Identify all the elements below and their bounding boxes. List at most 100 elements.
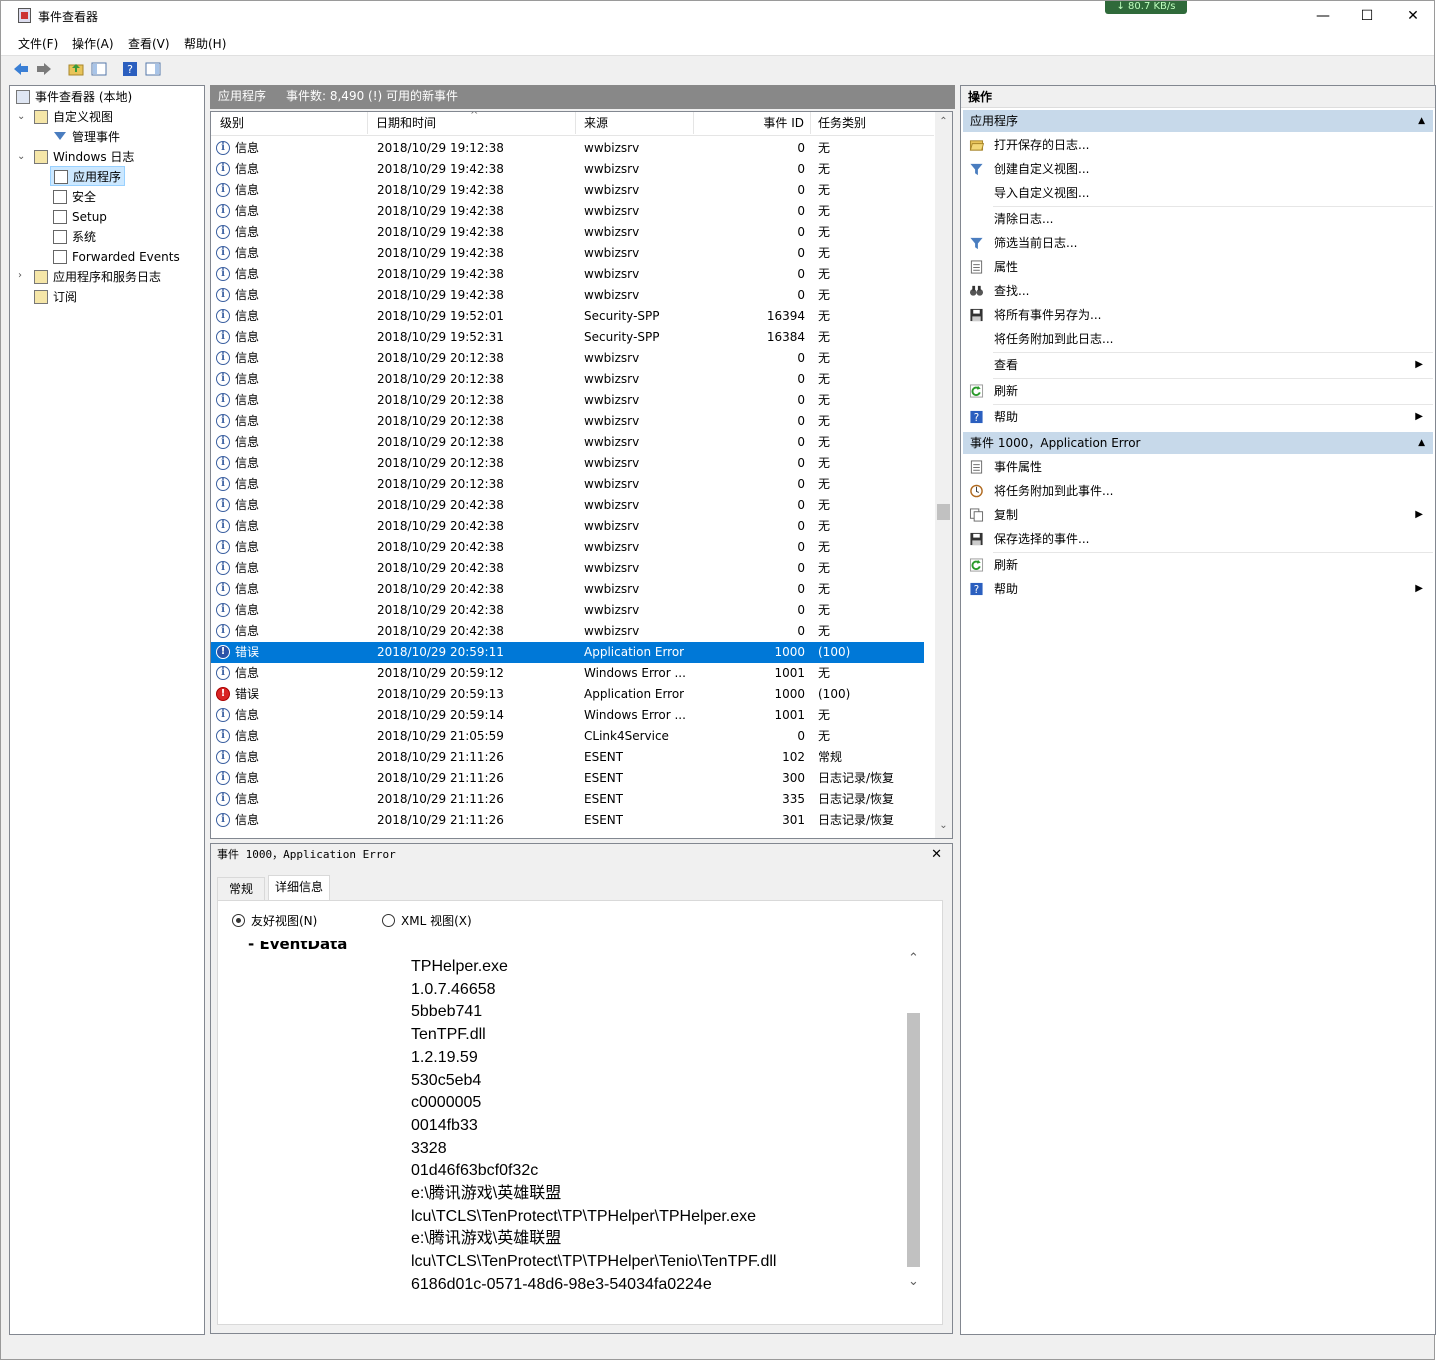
action-item[interactable]: 导入自定义视图... <box>963 181 1433 205</box>
back-arrow-icon[interactable] <box>13 61 29 77</box>
tab-general[interactable]: 常规 <box>217 877 265 901</box>
event-row[interactable]: i 信息 2018/10/29 20:12:38 wwbizsrv 0 无 <box>211 411 924 432</box>
action-item[interactable]: 刷新 <box>963 553 1433 577</box>
close-icon[interactable]: ✕ <box>931 847 942 862</box>
xml-view-radio[interactable]: XML 视图(X) <box>382 913 472 929</box>
event-row[interactable]: i 信息 2018/10/29 20:42:38 wwbizsrv 0 无 <box>211 516 924 537</box>
tab-details[interactable]: 详细信息 <box>268 875 330 901</box>
event-row[interactable]: ! 错误 2018/10/29 20:59:11 Application Error 1… <box>211 642 924 663</box>
action-item[interactable]: 筛选当前日志... <box>963 231 1433 255</box>
event-row[interactable]: i 信息 2018/10/29 20:12:38 wwbizsrv 0 无 <box>211 453 924 474</box>
tree-application[interactable]: 应用程序 <box>50 166 126 186</box>
up-folder-icon[interactable] <box>68 61 84 77</box>
close-button[interactable]: ✕ <box>1390 1 1436 31</box>
show-hide-action-pane-icon[interactable] <box>145 61 161 77</box>
actions-section-event[interactable]: 事件 1000，Application Error ▲ <box>963 432 1433 454</box>
event-row[interactable]: i 信息 2018/10/29 19:42:38 wwbizsrv 0 无 <box>211 222 924 243</box>
scroll-down-icon[interactable]: ⌄ <box>935 820 952 831</box>
event-row[interactable]: i 信息 2018/10/29 20:12:38 wwbizsrv 0 无 <box>211 369 924 390</box>
maximize-button[interactable]: ☐ <box>1344 1 1390 31</box>
menu-help[interactable]: 帮助(H) <box>184 35 226 52</box>
minimize-button[interactable]: — <box>1300 1 1346 31</box>
action-item[interactable]: 查找... <box>963 279 1433 303</box>
action-item[interactable]: 复制 ▶ <box>963 503 1433 527</box>
action-item[interactable]: 属性 <box>963 255 1433 279</box>
event-row[interactable]: i 信息 2018/10/29 20:42:38 wwbizsrv 0 无 <box>211 621 924 642</box>
tree-subscriptions[interactable]: 订阅 <box>34 287 77 307</box>
scroll-up-icon[interactable]: ⌃ <box>905 951 922 966</box>
tree-setup[interactable]: Setup <box>53 207 107 227</box>
scroll-up-icon[interactable]: ⌃ <box>935 116 952 127</box>
tree-windows-logs[interactable]: Windows 日志 <box>34 147 134 167</box>
tree-system[interactable]: 系统 <box>53 227 96 247</box>
tree-security[interactable]: 安全 <box>53 187 96 207</box>
action-item[interactable]: 事件属性 <box>963 455 1433 479</box>
action-item[interactable]: 清除日志... <box>963 207 1433 231</box>
collapse-section-icon[interactable]: ▲ <box>1418 432 1425 454</box>
event-row[interactable]: i 信息 2018/10/29 19:42:38 wwbizsrv 0 无 <box>211 285 924 306</box>
action-item[interactable]: ? 帮助 ▶ <box>963 577 1433 601</box>
tree-forwarded-events[interactable]: Forwarded Events <box>53 247 180 267</box>
action-item[interactable]: 将任务附加到此事件... <box>963 479 1433 503</box>
details-scrollbar[interactable]: ⌃ ⌄ <box>905 941 922 1306</box>
tree-custom-views[interactable]: 自定义视图 <box>34 107 113 127</box>
column-source[interactable]: 来源 <box>576 112 694 134</box>
action-item[interactable]: 打开保存的日志... <box>963 133 1433 157</box>
event-row[interactable]: i 信息 2018/10/29 19:42:38 wwbizsrv 0 无 <box>211 180 924 201</box>
event-row[interactable]: i 信息 2018/10/29 20:42:38 wwbizsrv 0 无 <box>211 600 924 621</box>
scrollbar-thumb[interactable] <box>907 1013 920 1267</box>
event-row[interactable]: i 信息 2018/10/29 19:12:38 wwbizsrv 0 无 <box>211 138 924 159</box>
event-row[interactable]: i 信息 2018/10/29 19:42:38 wwbizsrv 0 无 <box>211 201 924 222</box>
event-row[interactable]: i 信息 2018/10/29 20:12:38 wwbizsrv 0 无 <box>211 474 924 495</box>
scroll-down-icon[interactable]: ⌄ <box>905 1274 922 1289</box>
event-row[interactable]: i 信息 2018/10/29 21:11:26 ESENT 102 常规 <box>211 747 924 768</box>
friendly-view-radio[interactable]: 友好视图(N) <box>232 913 317 929</box>
menu-view[interactable]: 查看(V) <box>128 35 170 52</box>
help-icon[interactable]: ? <box>122 61 138 77</box>
eventdata-section-header[interactable]: - EventData <box>248 941 347 953</box>
event-row[interactable]: i 信息 2018/10/29 20:42:38 wwbizsrv 0 无 <box>211 579 924 600</box>
event-row[interactable]: i 信息 2018/10/29 20:42:38 wwbizsrv 0 无 <box>211 537 924 558</box>
collapse-arrow-icon[interactable]: ⌄ <box>17 111 25 122</box>
tree-root[interactable]: 事件查看器 (本地) <box>16 87 132 107</box>
tree-app-service-logs[interactable]: 应用程序和服务日志 <box>34 267 161 287</box>
event-row[interactable]: i 信息 2018/10/29 20:59:14 Windows Error ... 1… <box>211 705 924 726</box>
event-row[interactable]: i 信息 2018/10/29 20:59:12 Windows Error ... 1… <box>211 663 924 684</box>
event-row[interactable]: i 信息 2018/10/29 20:12:38 wwbizsrv 0 无 <box>211 432 924 453</box>
menu-action[interactable]: 操作(A) <box>72 35 114 52</box>
forward-arrow-icon[interactable] <box>36 61 52 77</box>
event-row[interactable]: i 信息 2018/10/29 20:12:38 wwbizsrv 0 无 <box>211 390 924 411</box>
scrollbar-thumb[interactable] <box>937 504 950 520</box>
collapse-section-icon[interactable]: ▲ <box>1418 110 1425 132</box>
action-item[interactable]: 将任务附加到此日志... <box>963 327 1433 351</box>
column-event-id[interactable]: 事件 ID <box>694 112 811 134</box>
action-item[interactable]: 保存选择的事件... <box>963 527 1433 551</box>
tree-admin-events[interactable]: 管理事件 <box>53 127 120 147</box>
action-item[interactable]: 查看 ▶ <box>963 353 1433 377</box>
event-row[interactable]: i 信息 2018/10/29 19:42:38 wwbizsrv 0 无 <box>211 243 924 264</box>
event-row[interactable]: i 信息 2018/10/29 20:12:38 wwbizsrv 0 无 <box>211 348 924 369</box>
event-row[interactable]: ! 错误 2018/10/29 20:59:13 Application Error 1… <box>211 684 924 705</box>
action-item[interactable]: 刷新 <box>963 379 1433 403</box>
event-row[interactable]: i 信息 2018/10/29 21:11:26 ESENT 300 日志记录/恢复 <box>211 768 924 789</box>
action-item[interactable]: ? 帮助 ▶ <box>963 405 1433 429</box>
event-row[interactable]: i 信息 2018/10/29 19:52:31 Security-SPP 16384 无 <box>211 327 924 348</box>
collapse-arrow-icon[interactable]: ⌄ <box>17 151 25 162</box>
event-row[interactable]: i 信息 2018/10/29 21:11:26 ESENT 335 日志记录/恢复 <box>211 789 924 810</box>
show-hide-tree-icon[interactable] <box>91 61 107 77</box>
actions-section-log[interactable]: 应用程序 ▲ <box>963 110 1433 132</box>
column-task-category[interactable]: 任务类别 <box>811 112 934 134</box>
event-row[interactable]: i 信息 2018/10/29 21:11:26 ESENT 301 日志记录/恢复 <box>211 810 924 831</box>
event-row[interactable]: i 信息 2018/10/29 19:42:38 wwbizsrv 0 无 <box>211 264 924 285</box>
action-item[interactable]: 将所有事件另存为... <box>963 303 1433 327</box>
column-level[interactable]: 级别 <box>211 112 368 134</box>
event-row[interactable]: i 信息 2018/10/29 19:52:01 Security-SPP 16394 无 <box>211 306 924 327</box>
menu-file[interactable]: 文件(F) <box>18 35 58 52</box>
action-item[interactable]: 创建自定义视图... <box>963 157 1433 181</box>
event-row[interactable]: i 信息 2018/10/29 21:05:59 CLink4Service 0 无 <box>211 726 924 747</box>
expand-arrow-icon[interactable]: › <box>18 270 22 281</box>
event-row[interactable]: i 信息 2018/10/29 20:42:38 wwbizsrv 0 无 <box>211 495 924 516</box>
event-row[interactable]: i 信息 2018/10/29 19:42:38 wwbizsrv 0 无 <box>211 159 924 180</box>
event-row[interactable]: i 信息 2018/10/29 20:42:38 wwbizsrv 0 无 <box>211 558 924 579</box>
event-list-scrollbar[interactable]: ⌃ ⌄ <box>935 112 952 838</box>
